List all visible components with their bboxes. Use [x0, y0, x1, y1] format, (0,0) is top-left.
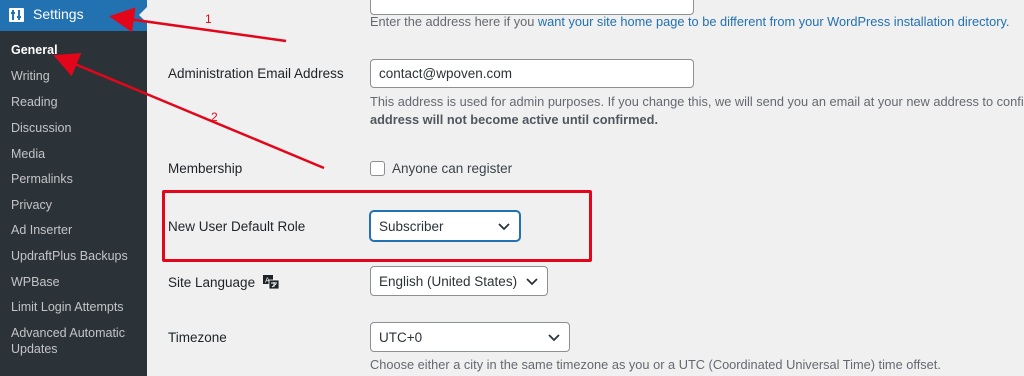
- admin-email-input[interactable]: contact@wpoven.com: [370, 59, 694, 88]
- annotation-number-2: 2: [211, 110, 218, 124]
- settings-menu-label: Settings: [33, 6, 84, 22]
- timezone-label: Timezone: [168, 330, 227, 345]
- sidebar-settings-menu[interactable]: Settings: [0, 0, 147, 31]
- timezone-description: Choose either a city in the same timezon…: [370, 357, 941, 372]
- site-language-label: Site Language A: [168, 275, 279, 290]
- submenu-item-writing[interactable]: Writing: [11, 68, 141, 84]
- timezone-value: UTC+0: [379, 329, 423, 345]
- site-language-select[interactable]: English (United States): [370, 266, 548, 296]
- submenu-item-general[interactable]: General: [11, 42, 141, 58]
- settings-submenu: General Writing Reading Discussion Media…: [0, 31, 147, 376]
- submenu-item-permalinks[interactable]: Permalinks: [11, 171, 141, 187]
- admin-email-description-bold: address will not become active until con…: [370, 112, 658, 127]
- submenu-item-discussion[interactable]: Discussion: [11, 120, 141, 136]
- site-address-description: Enter the address here if you want your …: [370, 14, 1010, 29]
- site-address-input[interactable]: [370, 0, 694, 15]
- annotation-highlight-box: [162, 190, 592, 262]
- admin-email-value: contact@wpoven.com: [379, 66, 513, 81]
- anyone-can-register-checkbox[interactable]: [370, 161, 385, 176]
- admin-email-description: This address is used for admin purposes.…: [370, 94, 1024, 109]
- site-language-value: English (United States): [379, 273, 518, 289]
- submenu-item-privacy[interactable]: Privacy: [11, 197, 141, 213]
- settings-main: Enter the address here if you want your …: [147, 0, 1024, 376]
- anyone-can-register-label[interactable]: Anyone can register: [392, 161, 512, 176]
- submenu-item-reading[interactable]: Reading: [11, 94, 141, 110]
- chevron-down-icon: [548, 334, 560, 342]
- submenu-item-limit-login-attempts[interactable]: Limit Login Attempts: [11, 299, 141, 315]
- translation-icon: A: [262, 275, 279, 289]
- timezone-select[interactable]: UTC+0: [370, 322, 570, 352]
- chevron-down-icon: [526, 278, 538, 286]
- admin-sidebar: Settings General Writing Reading Discuss…: [0, 0, 147, 376]
- settings-sliders-icon: [9, 8, 24, 22]
- current-menu-notch: [139, 7, 147, 23]
- submenu-item-ad-inserter[interactable]: Ad Inserter: [11, 222, 141, 238]
- site-address-help-link[interactable]: want your site home page to be different…: [538, 14, 1010, 29]
- submenu-item-updraftplus-backups[interactable]: UpdraftPlus Backups: [11, 248, 141, 264]
- submenu-item-media[interactable]: Media: [11, 146, 141, 162]
- annotation-number-1: 1: [205, 12, 212, 26]
- membership-label: Membership: [168, 161, 243, 176]
- submenu-item-wpbase[interactable]: WPBase: [11, 274, 141, 290]
- submenu-item-advanced-automatic-updates[interactable]: Advanced Automatic Updates: [11, 325, 141, 357]
- admin-email-label: Administration Email Address: [168, 66, 344, 81]
